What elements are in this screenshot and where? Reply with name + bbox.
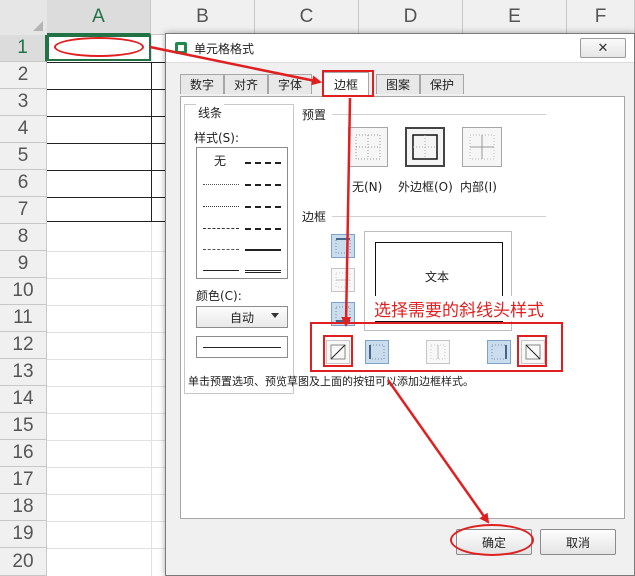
dialog-title: 单元格格式 xyxy=(194,42,255,56)
close-button[interactable]: ✕ xyxy=(580,38,626,58)
row-header-10[interactable]: 10 xyxy=(0,278,47,305)
color-label: 颜色(C): xyxy=(196,289,242,303)
column-header-e[interactable]: E xyxy=(463,0,567,35)
cell-border xyxy=(47,197,165,198)
line-color-preview xyxy=(196,336,288,358)
preset-none-icon xyxy=(355,134,381,160)
preset-inside-button[interactable] xyxy=(462,127,502,167)
row-header-3[interactable]: 3 xyxy=(0,89,47,116)
chevron-down-icon xyxy=(271,313,279,318)
highlight-ok-oval xyxy=(450,524,534,556)
column-header-d[interactable]: D xyxy=(359,0,463,35)
column-header-a[interactable]: A xyxy=(47,0,151,35)
color-value: 自动 xyxy=(229,310,254,325)
select-all-corner[interactable] xyxy=(0,0,48,36)
preset-separator xyxy=(332,114,546,115)
tab-protection[interactable]: 保护 xyxy=(420,74,464,94)
app-icon xyxy=(175,42,187,54)
cell-border xyxy=(47,62,165,63)
row-header-8[interactable]: 8 xyxy=(0,224,47,251)
style-label: 样式(S): xyxy=(194,131,240,145)
line-style-thin[interactable] xyxy=(203,270,239,271)
preset-outline-icon xyxy=(412,134,438,160)
tab-font[interactable]: 字体 xyxy=(268,74,312,94)
line-style-dot[interactable] xyxy=(203,206,239,207)
row-header-4[interactable]: 4 xyxy=(0,116,47,143)
line-style-medium-dash[interactable] xyxy=(245,228,281,230)
row-header-13[interactable]: 13 xyxy=(0,359,47,386)
border-inside-horizontal-icon xyxy=(335,272,351,288)
row-header-9[interactable]: 9 xyxy=(0,251,47,278)
cell-border xyxy=(151,62,152,221)
row-header-1[interactable]: 1 xyxy=(0,35,47,62)
column-header-c[interactable]: C xyxy=(255,0,359,35)
column-header-b[interactable]: B xyxy=(151,0,255,35)
border-separator xyxy=(332,216,546,217)
border-title: 边框 xyxy=(302,210,327,224)
line-style-hair[interactable] xyxy=(203,184,239,185)
highlight-border-tab xyxy=(322,70,374,97)
preset-none-button[interactable] xyxy=(348,127,388,167)
highlight-diagonal-up xyxy=(323,335,353,367)
preset-outline-button[interactable] xyxy=(405,127,445,167)
border-top-button[interactable] xyxy=(331,234,355,258)
row-header-6[interactable]: 6 xyxy=(0,170,47,197)
line-group-title: 线条 xyxy=(196,104,225,121)
border-inside-horizontal-button[interactable] xyxy=(331,268,355,292)
row-header-15[interactable]: 15 xyxy=(0,413,47,440)
line-style-dash-dot[interactable] xyxy=(203,228,239,229)
line-style-slant-dash-dot[interactable] xyxy=(245,184,281,186)
border-top-icon xyxy=(335,238,351,254)
preset-outline-label: 外边框(O) xyxy=(398,180,453,194)
cell-border xyxy=(47,89,165,90)
row-header-17[interactable]: 17 xyxy=(0,467,47,494)
tab-pattern[interactable]: 图案 xyxy=(376,74,420,94)
row-header-19[interactable]: 19 xyxy=(0,521,47,548)
line-style-medium[interactable] xyxy=(245,249,281,251)
preset-none-label: 无(N) xyxy=(352,180,383,194)
line-style-none[interactable]: 无 xyxy=(214,152,226,169)
row-header-16[interactable]: 16 xyxy=(0,440,47,467)
line-style-dash-dot-dot[interactable] xyxy=(203,249,239,250)
line-style-medium-dash-dot[interactable] xyxy=(245,206,281,208)
dialog-titlebar[interactable]: 单元格格式 ✕ xyxy=(166,34,634,63)
row-header-11[interactable]: 11 xyxy=(0,305,47,332)
cell-border xyxy=(47,221,165,222)
row-header-12[interactable]: 12 xyxy=(0,332,47,359)
tab-number[interactable]: 数字 xyxy=(180,74,224,94)
annotation-text: 选择需要的斜线头样式 xyxy=(374,296,544,321)
cell-border xyxy=(47,116,165,117)
cell-border xyxy=(47,143,165,144)
row-header-20[interactable]: 20 xyxy=(0,548,47,576)
highlight-oval-a1 xyxy=(54,37,144,57)
preset-inside-label: 内部(I) xyxy=(460,180,497,194)
row-header-7[interactable]: 7 xyxy=(0,197,47,224)
row-header-14[interactable]: 14 xyxy=(0,386,47,413)
hint-text: 单击预置选项、预览草图及上面的按钮可以添加边框样式。 xyxy=(188,375,474,388)
highlight-diagonal-down xyxy=(517,335,547,367)
row-header-5[interactable]: 5 xyxy=(0,143,47,170)
line-style-list[interactable]: 无 xyxy=(196,147,288,279)
preset-inside-icon xyxy=(469,134,495,160)
line-style-double[interactable] xyxy=(245,270,281,273)
row-header-2[interactable]: 2 xyxy=(0,62,47,89)
color-dropdown[interactable]: 自动 xyxy=(196,306,288,328)
preview-text: 文本 xyxy=(425,270,450,284)
column-header-f[interactable]: F xyxy=(567,0,635,35)
line-style-medium-dash-dot-dot[interactable] xyxy=(245,162,281,164)
preset-title: 预置 xyxy=(302,108,327,122)
cell-border xyxy=(47,170,165,171)
row-header-18[interactable]: 18 xyxy=(0,494,47,521)
cancel-button[interactable]: 取消 xyxy=(540,529,616,555)
tab-alignment[interactable]: 对齐 xyxy=(224,74,268,94)
